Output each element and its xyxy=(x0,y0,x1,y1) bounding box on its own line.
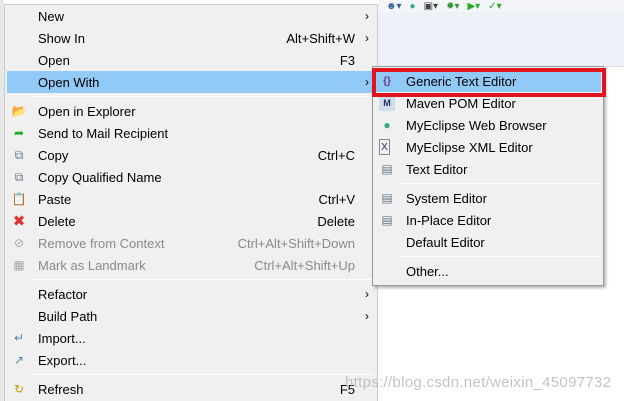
globe-icon: ● xyxy=(383,118,391,132)
paste-icon: 📋 xyxy=(11,192,27,206)
separator xyxy=(33,374,373,375)
separator xyxy=(401,256,599,257)
menu-item-import[interactable]: ↵ Import... xyxy=(7,327,375,349)
xml-icon: X xyxy=(379,139,390,155)
refresh-icon: ↻ xyxy=(13,382,25,396)
separator xyxy=(401,183,599,184)
globe-toolbar-icon[interactable]: ● xyxy=(410,1,416,12)
menu-item-remove-from-context: ⊘ Remove from Context Ctrl+Alt+Shift+Down xyxy=(7,232,375,254)
chevron-right-icon: › xyxy=(365,287,369,301)
menu-item-open[interactable]: Open F3 xyxy=(7,49,375,71)
menu-item-refresh[interactable]: ↻ Refresh F5 xyxy=(7,378,375,400)
menu-item-open-in-explorer[interactable]: 📂 Open in Explorer xyxy=(7,100,375,122)
text-file-icon: ▤ xyxy=(381,191,393,205)
editor-area xyxy=(378,12,624,67)
import-icon: ↵ xyxy=(13,331,25,345)
menu-item-new[interactable]: New › xyxy=(7,5,375,27)
annotation-highlight-box xyxy=(372,68,606,97)
menu-item-refactor[interactable]: Refactor › xyxy=(7,283,375,305)
camera-icon[interactable]: ▣▾ xyxy=(424,1,438,12)
label: Delete xyxy=(38,213,76,229)
shortcut: Alt+Shift+W xyxy=(286,30,355,46)
submenu-item-myeclipse-xml-editor[interactable]: X MyEclipse XML Editor xyxy=(375,136,601,158)
delete-icon: ✖ xyxy=(12,213,26,230)
label: Open xyxy=(38,52,70,68)
run-config-icon[interactable]: ✓▾ xyxy=(488,1,501,12)
menu-item-send-to-mail[interactable]: ➦ Send to Mail Recipient xyxy=(7,122,375,144)
menu-item-build-path[interactable]: Build Path › xyxy=(7,305,375,327)
watermark: https://blog.csdn.net/weixin_45097732 xyxy=(345,374,612,391)
landmark-icon: ▦ xyxy=(13,258,25,272)
shortcut: Ctrl+Alt+Shift+Up xyxy=(254,257,355,273)
menu-item-export[interactable]: ↗ Export... xyxy=(7,349,375,371)
menu-item-copy-qualified-name[interactable]: ⧉ Copy Qualified Name xyxy=(7,166,375,188)
label: Other... xyxy=(406,263,449,279)
person-icon[interactable]: ☻▾ xyxy=(386,1,402,12)
shortcut: Ctrl+Alt+Shift+Down xyxy=(237,235,355,251)
export-icon: ↗ xyxy=(13,353,25,367)
chevron-right-icon: › xyxy=(365,31,369,45)
label: MyEclipse XML Editor xyxy=(406,139,533,155)
context-menu: New › Show In Alt+Shift+W › Open F3 Open Wit… xyxy=(4,4,378,401)
label: Copy xyxy=(38,147,69,163)
label: Import... xyxy=(38,330,86,346)
separator xyxy=(33,96,373,97)
remove-context-icon: ⊘ xyxy=(13,236,25,250)
shortcut: Ctrl+V xyxy=(318,191,355,207)
label: Export... xyxy=(38,352,87,368)
menu-item-delete[interactable]: ✖ Delete Delete xyxy=(7,210,375,232)
text-file-icon: ▤ xyxy=(381,213,393,227)
chevron-right-icon: › xyxy=(365,75,369,89)
run-icon[interactable]: ▶▾ xyxy=(467,1,480,12)
submenu-item-system-editor[interactable]: ▤ System Editor xyxy=(375,187,601,209)
label: Refresh xyxy=(38,381,84,397)
shortcut: Ctrl+C xyxy=(317,147,355,163)
maven-icon: M xyxy=(379,95,395,111)
label: Remove from Context xyxy=(38,235,165,251)
label: Copy Qualified Name xyxy=(38,169,162,185)
debug-icon[interactable]: ✹▾ xyxy=(446,1,459,12)
submenu-item-myeclipse-web-browser[interactable]: ● MyEclipse Web Browser xyxy=(375,114,601,136)
menu-item-copy[interactable]: ⧉ Copy Ctrl+C xyxy=(7,144,375,166)
label: Maven POM Editor xyxy=(406,95,516,111)
shortcut: Delete xyxy=(317,213,355,229)
chevron-right-icon: › xyxy=(365,309,369,323)
toolbar: ☻▾ ● ▣▾ ✹▾ ▶▾ ✓▾ xyxy=(378,0,624,12)
label: System Editor xyxy=(406,190,487,206)
chevron-right-icon: › xyxy=(365,9,369,23)
copy-qualified-icon: ⧉ xyxy=(14,169,24,184)
label: Text Editor xyxy=(406,161,468,177)
separator xyxy=(33,279,373,280)
label: Show In xyxy=(38,30,85,46)
label: Open With xyxy=(38,74,100,90)
menu-item-mark-as-landmark: ▦ Mark as Landmark Ctrl+Alt+Shift+Up xyxy=(7,254,375,276)
submenu-item-text-editor[interactable]: ▤ Text Editor xyxy=(375,158,601,180)
submenu-item-default-editor[interactable]: Default Editor xyxy=(375,231,601,253)
copy-icon: ⧉ xyxy=(14,147,24,162)
label: In-Place Editor xyxy=(406,212,492,228)
label: Refactor xyxy=(38,286,88,302)
menu-item-open-with[interactable]: Open With › xyxy=(7,71,375,93)
label: Mark as Landmark xyxy=(38,257,146,273)
submenu-item-in-place-editor[interactable]: ▤ In-Place Editor xyxy=(375,209,601,231)
submenu-item-other[interactable]: Other... xyxy=(375,260,601,282)
menu-item-paste[interactable]: 📋 Paste Ctrl+V xyxy=(7,188,375,210)
label: New xyxy=(38,8,65,24)
open-with-submenu: {} Generic Text Editor M Maven POM Editor … xyxy=(372,66,604,286)
text-file-icon: ▤ xyxy=(381,162,393,176)
shortcut: F3 xyxy=(339,52,355,68)
label: Send to Mail Recipient xyxy=(38,125,169,141)
label: Default Editor xyxy=(406,234,485,250)
folder-icon: 📂 xyxy=(11,104,27,118)
label: MyEclipse Web Browser xyxy=(406,117,547,133)
label: Open in Explorer xyxy=(38,103,136,119)
label: Build Path xyxy=(38,308,98,324)
menu-item-show-in[interactable]: Show In Alt+Shift+W › xyxy=(7,27,375,49)
mail-send-icon: ➦ xyxy=(13,126,25,140)
label: Paste xyxy=(38,191,72,207)
